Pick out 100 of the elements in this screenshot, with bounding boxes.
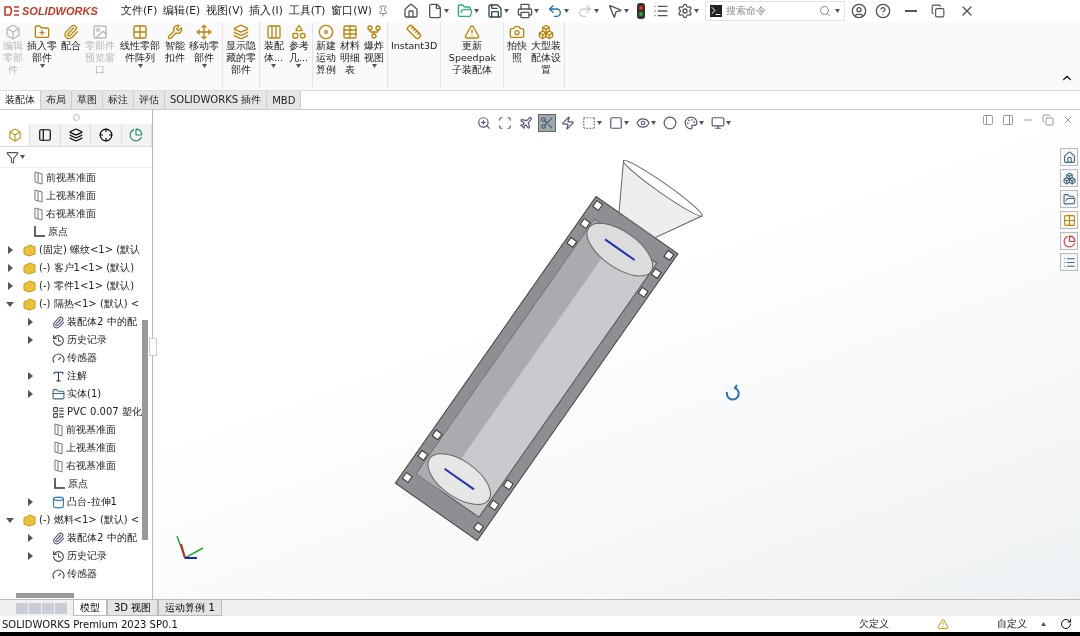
view-tool-button[interactable] — [496, 114, 514, 132]
tree-item[interactable]: 前视基准面 — [66, 423, 116, 437]
caret-icon[interactable] — [533, 9, 539, 13]
tree-item[interactable]: 历史记录 — [67, 333, 107, 347]
expand-arrow[interactable] — [26, 552, 34, 560]
expand-arrow[interactable] — [6, 300, 14, 308]
caret-icon[interactable] — [563, 9, 569, 13]
tree-item[interactable]: (-) 隔热<1> (默认) < — [39, 297, 140, 311]
model-tab[interactable]: 运动算例 1 — [158, 600, 222, 616]
ribbon-button[interactable]: 拍快照 — [505, 22, 530, 88]
ribbon-button[interactable]: 装配体... — [261, 22, 286, 88]
tree-item[interactable]: (-) 燃料<1> (默认) < — [39, 513, 140, 527]
view-tool-button[interactable] — [538, 114, 556, 132]
tree-item[interactable]: PVC 0.007 塑化 — [67, 405, 142, 419]
tree-item[interactable]: 传感器 — [67, 567, 97, 581]
ribbon-tab[interactable]: 评估 — [134, 91, 165, 109]
caret-icon[interactable] — [1041, 622, 1046, 626]
folder-button[interactable] — [1060, 190, 1078, 208]
tree-item[interactable]: 原点 — [68, 477, 88, 491]
caret-icon[interactable] — [593, 9, 599, 13]
caret-icon[interactable] — [20, 155, 25, 159]
tree-item[interactable]: 凸台-拉伸1 — [67, 495, 117, 509]
ribbon-button[interactable]: 配合 — [59, 22, 83, 88]
tree-item[interactable]: 装配体2 中的配 — [67, 315, 137, 329]
tree-item[interactable]: 前视基准面 — [46, 171, 96, 185]
view-tool-button[interactable] — [661, 114, 679, 132]
tree-item[interactable]: 右视基准面 — [46, 207, 96, 221]
collapse-handle[interactable] — [149, 338, 157, 356]
expand-arrow[interactable] — [26, 336, 34, 344]
expand-arrow[interactable] — [6, 264, 14, 272]
tree-item[interactable]: 实体(1) — [67, 387, 102, 401]
menu-item[interactable]: 文件(F) — [120, 2, 159, 20]
ribbon-tab[interactable]: MBD — [267, 91, 302, 109]
menu-item[interactable]: 视图(V) — [205, 2, 245, 20]
model-tab[interactable]: 3D 视图 — [107, 600, 159, 616]
menu-item[interactable]: 插入(I) — [248, 2, 284, 20]
scrollbar-thumb[interactable] — [16, 592, 74, 598]
caret-icon[interactable] — [834, 9, 840, 13]
refresh-icon[interactable] — [1060, 618, 1072, 630]
ribbon-button[interactable]: 插入零部件 — [25, 22, 59, 88]
warning-icon[interactable] — [937, 618, 949, 630]
tree-item[interactable]: (固定) 螺纹<1> (默认 — [39, 243, 141, 257]
expand-arrow[interactable] — [6, 246, 14, 254]
caret-icon[interactable] — [651, 121, 656, 125]
ribbon-button[interactable]: 新建运动算例 — [314, 22, 338, 88]
menu-item[interactable]: 工具(T) — [287, 2, 327, 20]
menu-item[interactable]: 窗口(W) — [330, 2, 373, 20]
traffic-light-button[interactable] — [634, 1, 647, 21]
ribbon-button[interactable]: 材料明细表 — [338, 22, 362, 88]
ribbon-tab[interactable]: 标注 — [103, 91, 134, 109]
ribbon-button[interactable]: 爆炸视图 — [362, 22, 386, 88]
caret-icon[interactable] — [39, 64, 45, 68]
ribbon-button[interactable]: 移动零部件 — [187, 22, 221, 88]
view-tool-button[interactable] — [607, 114, 631, 132]
tree-item[interactable]: (-) 零件1<1> (默认) — [39, 279, 135, 293]
ribbon-button[interactable]: 线性零部件阵列 — [117, 22, 163, 88]
caret-icon[interactable] — [296, 64, 301, 68]
caret-icon[interactable] — [623, 9, 629, 13]
view-tool-button[interactable] — [580, 114, 604, 132]
search-field[interactable]: 搜索命令 — [704, 1, 845, 21]
tree-item[interactable]: 注解 — [67, 369, 87, 383]
config-tab[interactable] — [60, 124, 92, 146]
tile-right-button[interactable] — [1002, 114, 1014, 126]
home-button[interactable] — [1060, 148, 1078, 166]
expand-arrow[interactable] — [26, 390, 34, 398]
ribbon-tab[interactable]: 草图 — [72, 91, 103, 109]
caret-icon[interactable] — [371, 64, 377, 68]
tree-item[interactable]: 上视基准面 — [46, 189, 96, 203]
ribbon-button[interactable]: 更新Speedpak子装配体 — [442, 22, 503, 88]
caret-icon[interactable] — [201, 64, 207, 68]
caret-icon[interactable] — [473, 9, 479, 13]
ribbon-button[interactable]: 参考几... — [286, 22, 311, 88]
expand-arrow[interactable] — [6, 516, 14, 524]
tree-item[interactable]: 历史记录 — [67, 549, 107, 563]
tree-item[interactable]: (-) 客户1<1> (默认) — [39, 261, 135, 275]
pin-icon[interactable] — [376, 5, 389, 17]
ribbon-button[interactable]: 大型装配体设置 — [529, 22, 564, 88]
ribbon-tab[interactable]: 布局 — [41, 91, 72, 109]
library-button[interactable] — [1060, 169, 1078, 187]
view-tool-button[interactable] — [517, 114, 535, 132]
crosshair-tab[interactable] — [91, 124, 122, 146]
appearance-tab[interactable] — [121, 124, 153, 146]
caret-icon[interactable] — [137, 64, 143, 68]
grid-button[interactable] — [1060, 211, 1078, 229]
ribbon-tab[interactable]: SOLIDWORKS 插件 — [165, 91, 268, 109]
caret-icon[interactable] — [624, 121, 629, 125]
caret-icon[interactable] — [271, 64, 276, 68]
ribbon-button[interactable]: 智能扣件 — [163, 22, 187, 88]
tree-item[interactable]: 传感器 — [67, 351, 97, 365]
tile-left-button[interactable] — [982, 114, 994, 126]
caret-icon[interactable] — [693, 9, 699, 13]
ribbon-button[interactable]: 显示隐藏的零部件 — [224, 22, 258, 88]
caret-icon[interactable] — [503, 9, 509, 13]
menu-item[interactable]: 编辑(E) — [162, 2, 202, 20]
expand-arrow[interactable] — [26, 372, 34, 380]
model-tab[interactable]: 模型 — [73, 600, 107, 616]
tree-item[interactable]: 装配体2 中的配 — [67, 531, 137, 545]
expand-arrow[interactable] — [26, 534, 34, 542]
tree-item[interactable]: 上视基准面 — [66, 441, 116, 455]
list-button[interactable] — [1060, 253, 1078, 271]
